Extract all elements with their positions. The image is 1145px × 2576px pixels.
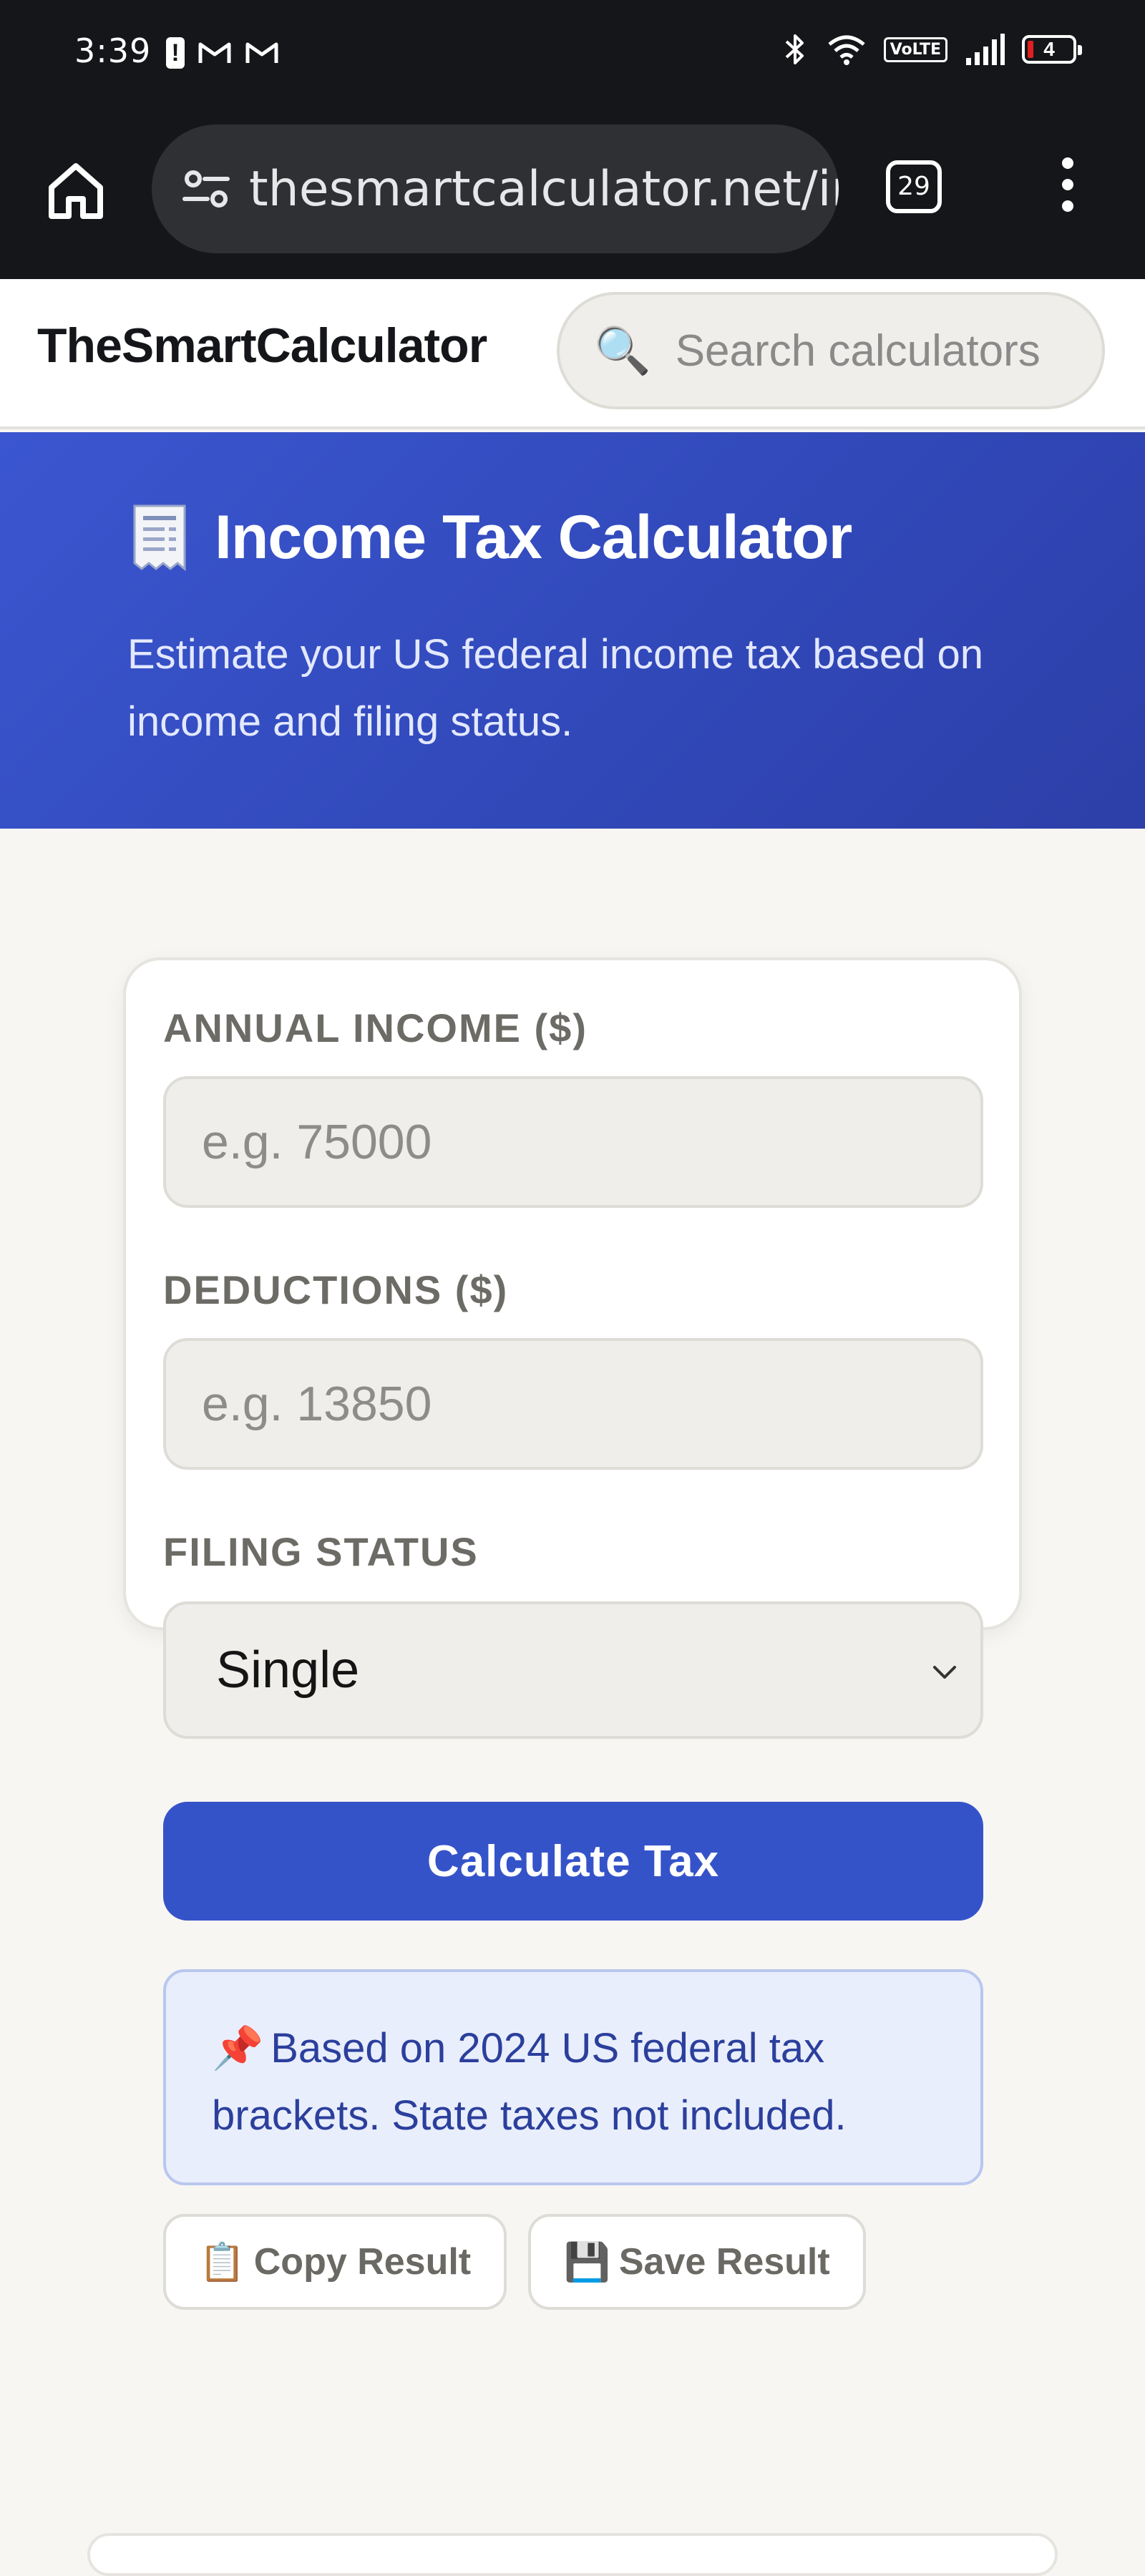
- battery-icon: 4: [1022, 35, 1082, 64]
- next-section-card: [87, 2533, 1058, 2576]
- gmail-icon: [198, 42, 231, 63]
- info-note-text: Based on 2024 US federal tax brackets. S…: [212, 2025, 847, 2139]
- floppy-disk-icon: 💾: [564, 2241, 610, 2283]
- deductions-input[interactable]: [163, 1338, 983, 1470]
- copy-result-button[interactable]: 📋 Copy Result: [163, 2214, 507, 2310]
- home-icon[interactable]: [40, 155, 112, 226]
- status-notification-icons: !: [166, 37, 279, 69]
- deductions-label: DEDUCTIONS ($): [163, 1267, 509, 1312]
- save-result-button[interactable]: 💾 Save Result: [528, 2214, 866, 2310]
- volte-badge: VoLTE: [883, 36, 947, 62]
- signal-icon: [966, 34, 1005, 65]
- search-icon: 🔍: [594, 324, 651, 376]
- result-actions: 📋 Copy Result 💾 Save Result: [163, 2214, 866, 2310]
- filing-status-label: FILING STATUS: [163, 1529, 479, 1574]
- clipboard-icon: 📋: [199, 2241, 245, 2283]
- status-system-icons: VoLTE 4: [781, 31, 1082, 67]
- page-subtitle: Estimate your US federal income tax base…: [127, 631, 984, 745]
- browser-toolbar: thesmartcalculator.net/ir 29: [0, 114, 1145, 279]
- receipt-icon: [133, 504, 186, 571]
- site-header: TheSmartCalculator 🔍: [0, 279, 1145, 429]
- site-settings-icon[interactable]: [177, 160, 235, 218]
- annual-income-label: ANNUAL INCOME ($): [163, 1005, 588, 1050]
- search-bar[interactable]: 🔍: [557, 292, 1105, 409]
- chevron-down-icon: [933, 1666, 956, 1679]
- page-title: Income Tax Calculator: [126, 502, 852, 573]
- pushpin-icon: 📌: [212, 2025, 264, 2072]
- status-bar: 3:39 ! VoLTE 4: [0, 0, 1145, 114]
- hero-banner: Income Tax Calculator Estimate your US f…: [0, 432, 1145, 829]
- site-logo[interactable]: TheSmartCalculator: [37, 318, 487, 374]
- gmail-icon: [245, 42, 278, 63]
- bluetooth-icon: [785, 34, 804, 64]
- search-input[interactable]: [673, 324, 1078, 377]
- alert-icon: !: [166, 37, 185, 69]
- calculate-tax-button[interactable]: Calculate Tax: [163, 1802, 983, 1921]
- filing-status-value: Single: [216, 1641, 360, 1699]
- save-result-label: Save Result: [618, 2241, 830, 2283]
- copy-result-label: Copy Result: [253, 2241, 472, 2283]
- wifi-icon: [828, 35, 865, 65]
- page-title-text: Income Tax Calculator: [215, 503, 852, 572]
- status-time: 3:39: [74, 31, 152, 70]
- url-text[interactable]: thesmartcalculator.net/ir: [249, 161, 839, 218]
- browser-menu-icon[interactable]: [1053, 157, 1082, 218]
- battery-level: 4: [1043, 38, 1055, 60]
- annual-income-input[interactable]: [163, 1076, 983, 1208]
- info-note: 📌 Based on 2024 US federal tax brackets. …: [163, 1969, 983, 2185]
- url-bar[interactable]: thesmartcalculator.net/ir: [152, 125, 839, 253]
- tab-switcher-button[interactable]: 29: [886, 160, 942, 213]
- filing-status-select[interactable]: Single: [163, 1601, 983, 1739]
- calculator-card: ANNUAL INCOME ($) DEDUCTIONS ($) FILING …: [123, 957, 1022, 2310]
